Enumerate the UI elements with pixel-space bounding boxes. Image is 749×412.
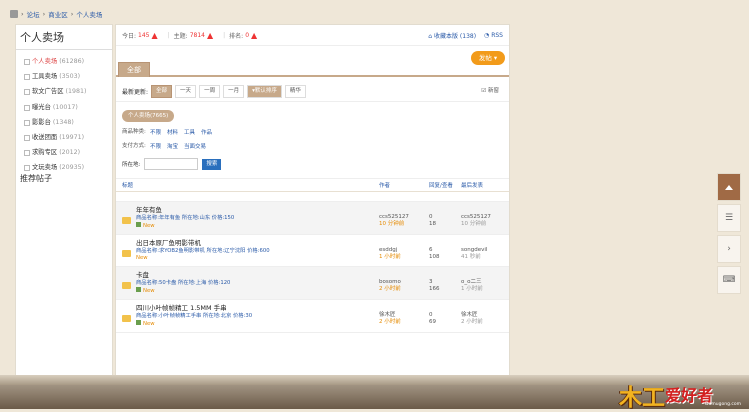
new-badge: New [143,223,155,229]
breadcrumb: › 论坛 › 商业区 › 个人卖场 [10,8,102,20]
folder-icon [122,282,131,289]
today-count: 145 [138,31,150,39]
sidebar-item[interactable]: 曝光台 (10017) [22,100,112,115]
option-link[interactable]: 材料 [167,128,178,136]
tab-all[interactable]: 全部 [118,62,150,77]
new-badge: New [136,255,148,261]
rss-link[interactable]: ◔ RSS [484,32,503,39]
image-icon [136,287,141,292]
image-icon [136,320,141,325]
arrow-up-icon [725,184,733,190]
option-link[interactable]: 当面交易 [184,142,206,150]
thread-title[interactable]: 四川小叶帧帧精工 1.5MM 手串 [136,304,379,313]
author-link[interactable]: 徐木匠 [379,312,429,319]
filter-month[interactable]: 一月 [223,84,245,98]
option-link[interactable]: 不限 [150,142,161,150]
back-to-top-button[interactable] [717,173,741,201]
new-post-button[interactable]: 发帖 ▾ [471,51,505,65]
sidebar-item[interactable]: 工具卖场 (3503) [22,69,112,84]
up-arrow-icon: ▲ [151,30,158,40]
main-panel: 今日: 145 ▲ | 主题: 7814 ▲ | 排名: 0 ▲ ⌂ 收藏本版 (138) … [115,24,510,386]
new-window-toggle[interactable]: ☑ 新窗 [477,85,503,97]
option-link[interactable]: 作品 [201,128,212,136]
location-search: 所在地: 搜索 [122,158,509,170]
table-row[interactable]: 出日本原厂鱼明影带机 商品名称:求YOB2鱼明影带机 所在地:辽宁沈阳 价格:6… [116,235,509,267]
option-link[interactable]: 淘宝 [167,142,178,150]
digest-filter[interactable]: 精华 [284,84,306,98]
recommend-heading: 推荐帖子 [20,174,52,183]
rank-value: 0 [245,31,250,39]
logo-mark: 木工 [619,385,665,411]
floating-toolbar: ☰ › ⌨ [717,173,741,297]
sidebar-list: 个人卖场 (61286) 工具卖场 (3503) 软文广告区 (1981) 曝光台 (1… [16,54,112,176]
keyboard-button[interactable]: ⌨ [717,266,741,294]
thread-title[interactable]: 出日本原厂鱼明影带机 [136,239,379,248]
author-link[interactable]: esddgj [379,247,429,254]
option-link[interactable]: 工具 [184,128,195,136]
filter-week[interactable]: 一周 [199,84,221,98]
new-badge: New [143,321,155,327]
up-arrow-icon: ▲ [251,30,258,40]
sidebar-title: 个人卖场 [16,25,112,50]
author-link[interactable]: bosomo [379,279,429,286]
logo-subtext: Damugong.com [705,402,741,407]
keyboard-icon: ⌨ [722,275,736,285]
filter-product-type: 商品种类: 不限 材料 工具 作品 [122,128,213,136]
search-button[interactable]: 搜索 [202,158,222,170]
home-icon[interactable] [10,10,18,18]
sidebar-item[interactable]: 影影台 (1348) [22,115,112,130]
category-pill[interactable]: 个人卖场(7665) [122,110,175,122]
favorite-board-link[interactable]: ⌂ 收藏本版 (138) [428,31,476,40]
folder-icon [122,250,131,257]
list-icon: ☰ [724,213,734,223]
thread-meta: 商品名称:年年有鱼 所在地:山东 价格:150 [136,215,235,221]
thread-title[interactable]: 卡盘 [136,271,379,280]
filter-bar: 最新更新: 全部 一天 一周 一月 ▾默认排序 精华 ☑ 新窗 [116,81,509,102]
location-input[interactable] [144,158,199,170]
folder-icon [122,315,131,322]
image-icon [136,222,141,227]
next-page-button[interactable]: › [717,235,741,263]
chevron-right-icon: › [727,244,731,254]
list-view-button[interactable]: ☰ [717,204,741,232]
sidebar-item[interactable]: 软文广告区 (1981) [22,84,112,99]
filter-all[interactable]: 全部 [151,84,173,98]
author-link[interactable]: ccs525127 [379,214,429,221]
filter-payment: 支付方式: 不限 淘宝 当面交易 [122,142,207,150]
sidebar-item[interactable]: 求购专区 (2012) [22,145,112,160]
filter-day[interactable]: 一天 [175,84,197,98]
up-arrow-icon: ▲ [206,30,214,40]
table-row[interactable]: 四川小叶帧帧精工 1.5MM 手串 商品名称:小叶帧帧精工手串 所在地:北京 价… [116,300,509,333]
checkbox-icon: ☑ [481,87,488,94]
thread-meta: 商品名称:50卡盘 所在地:上海 价格:120 [136,280,231,286]
tab-row: 全部 发帖 ▾ [116,51,509,77]
table-row[interactable]: 卡盘 商品名称:50卡盘 所在地:上海 价格:120 New bosomo 2 小… [116,267,509,300]
thread-title[interactable]: 年年有鱼 [136,206,379,215]
last-poster-link[interactable]: songdevil [461,247,503,254]
sidebar: 个人卖场 个人卖场 (61286) 工具卖场 (3503) 软文广告区 (1981) … [15,24,113,376]
stats-bar: 今日: 145 ▲ | 主题: 7814 ▲ | 排名: 0 ▲ ⌂ 收藏本版 (138) … [116,25,509,46]
sidebar-item[interactable]: 收送团面 (19971) [22,130,112,145]
chevron-down-icon: ▾ [493,54,498,62]
option-link[interactable]: 不限 [150,128,161,136]
last-poster-link[interactable]: o_o二三 [461,279,503,286]
last-poster-link[interactable]: 徐木匠 [461,312,503,319]
breadcrumb-forum[interactable]: 论坛 [27,9,40,19]
thread-meta: 商品名称:小叶帧帧精工手串 所在地:北京 价格:30 [136,313,253,319]
breadcrumb-business[interactable]: 商业区 [48,9,68,19]
sort-dropdown[interactable]: ▾默认排序 [247,84,282,98]
sidebar-item[interactable]: 个人卖场 (61286) [22,54,112,69]
folder-icon [122,217,131,224]
filter-label: 最新更新: [122,88,149,96]
last-poster-link[interactable]: ccs525127 [461,214,503,221]
breadcrumb-current[interactable]: 个人卖场 [76,9,102,19]
table-row[interactable]: 年年有鱼 商品名称:年年有鱼 所在地:山东 价格:150 New ccs5251… [116,202,509,235]
thread-meta: 商品名称:求YOB2鱼明影带机 所在地:辽宁沈阳 价格:600 [136,248,270,254]
site-logo[interactable]: 木工 爱好者 Damugong.com [617,378,745,411]
new-badge: New [143,288,155,294]
table-header: 标题 作者 回复/查看 最后发表 [116,178,509,192]
topics-count: 7814 [189,31,205,39]
